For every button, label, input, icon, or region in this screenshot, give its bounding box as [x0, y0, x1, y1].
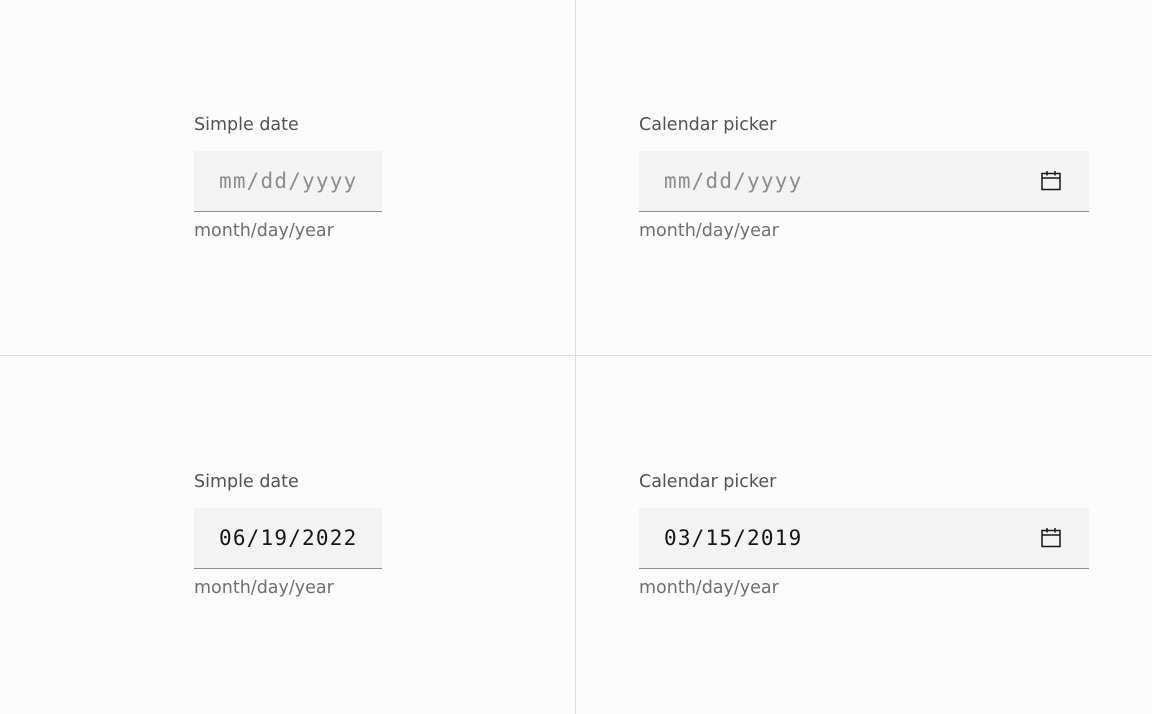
date-input-value: 06/19/2022: [219, 526, 358, 550]
simple-date-input[interactable]: mm/dd/yyyy: [194, 151, 382, 212]
date-input-placeholder: mm/dd/yyyy: [664, 169, 803, 193]
helper-text: month/day/year: [639, 578, 779, 598]
date-input-value: 03/15/2019: [664, 526, 803, 550]
calendar-icon[interactable]: [1040, 170, 1062, 192]
calendar-picker-input[interactable]: 03/15/2019: [639, 508, 1089, 569]
field-label: Simple date: [194, 115, 299, 135]
helper-text: month/day/year: [639, 221, 779, 241]
date-input-placeholder: mm/dd/yyyy: [219, 169, 358, 193]
calendar-picker-input[interactable]: mm/dd/yyyy: [639, 151, 1089, 212]
field-label: Calendar picker: [639, 472, 777, 492]
horizontal-divider: [0, 355, 1152, 356]
simple-date-input[interactable]: 06/19/2022: [194, 508, 382, 569]
helper-text: month/day/year: [194, 578, 334, 598]
date-picker-examples-grid: Simple date mm/dd/yyyy month/day/year Ca…: [0, 0, 1152, 714]
field-label: Calendar picker: [639, 115, 777, 135]
vertical-divider: [575, 0, 576, 714]
calendar-icon[interactable]: [1040, 527, 1062, 549]
field-label: Simple date: [194, 472, 299, 492]
helper-text: month/day/year: [194, 221, 334, 241]
